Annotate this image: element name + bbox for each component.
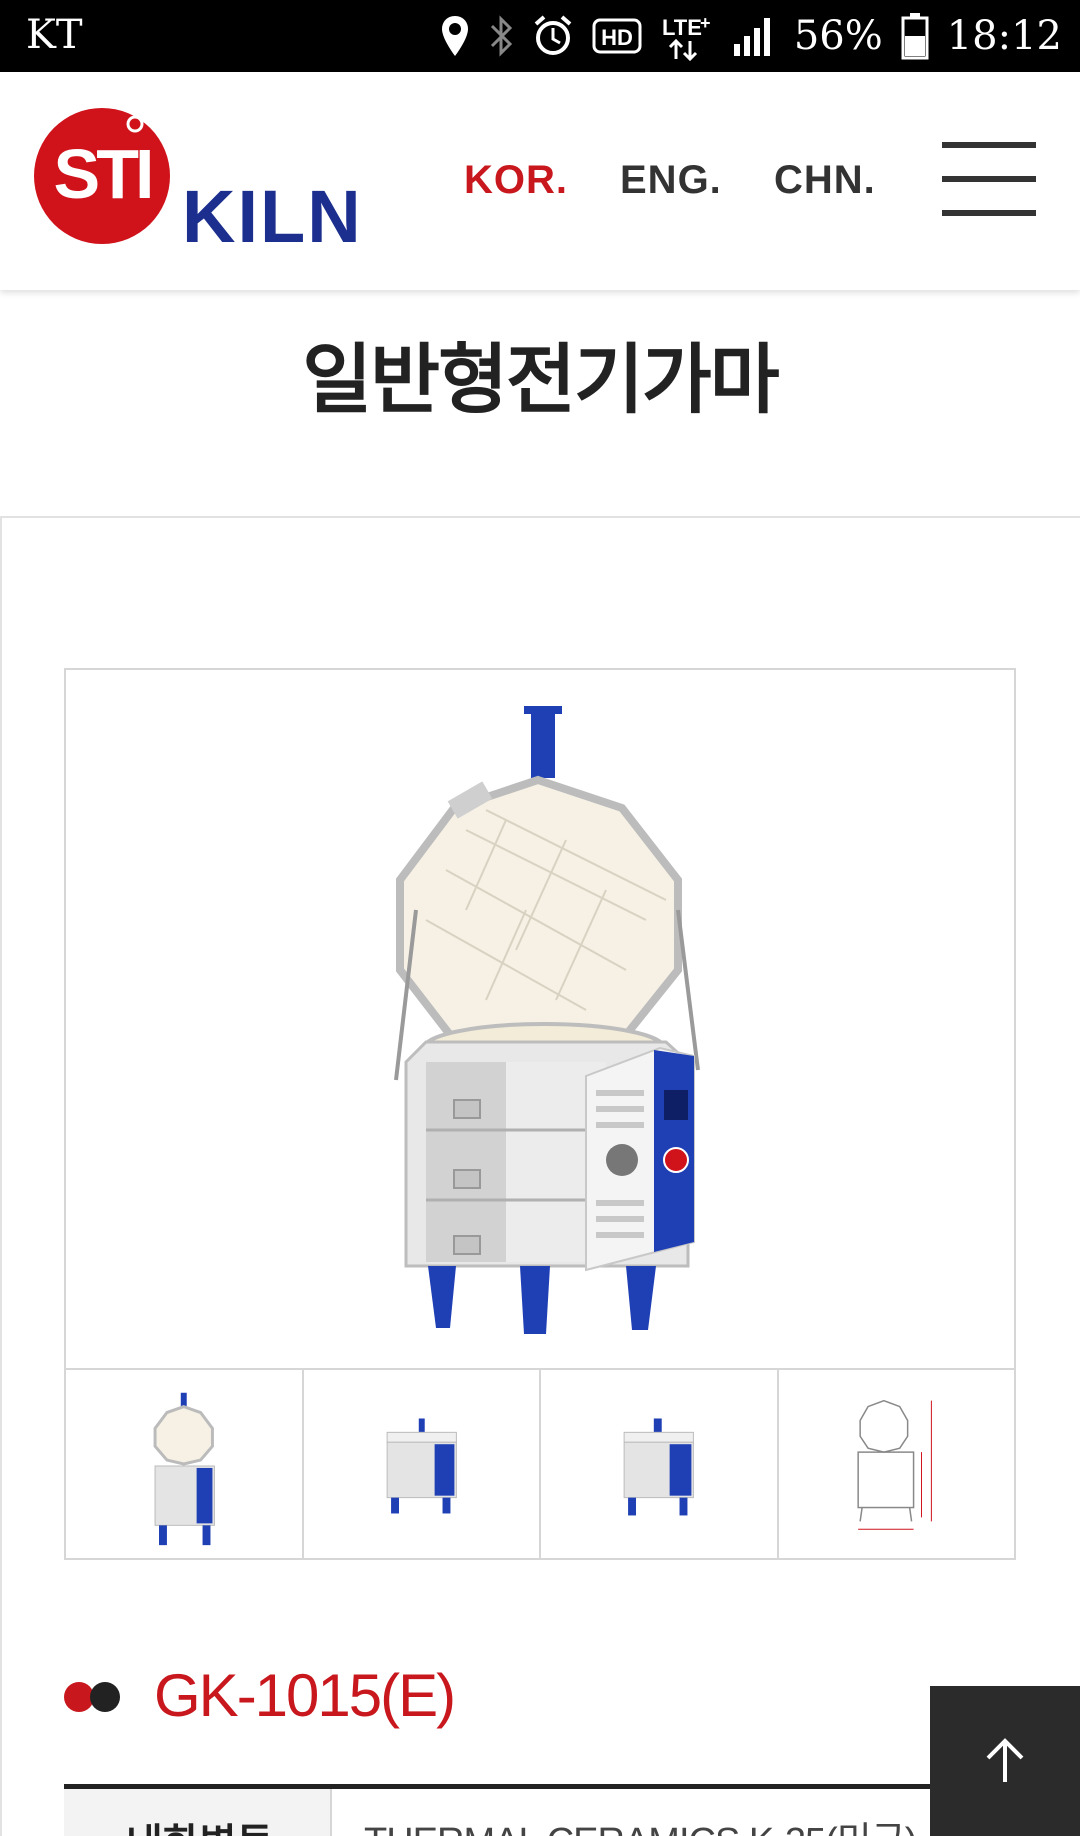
svg-text:KILN: KILN <box>182 175 363 246</box>
page-title: 일반형전기가마 <box>302 335 779 424</box>
product-model-row: GK-1015(E) <box>64 1660 456 1730</box>
kiln-open-lid-thumb[interactable] <box>64 1368 304 1560</box>
lang-chn-link[interactable]: CHN. <box>774 158 876 203</box>
battery-percent: 56% <box>793 13 883 59</box>
lang-kor-link[interactable]: KOR. <box>464 158 568 203</box>
hamburger-icon[interactable] <box>940 142 1036 222</box>
thumbnail-strip <box>64 1368 1016 1560</box>
clock: 18:12 <box>946 13 1062 59</box>
bullet-dots-icon <box>64 1675 122 1715</box>
sti-kiln-logo[interactable]: STI KILN <box>32 106 372 246</box>
svg-text:+: + <box>700 13 711 33</box>
alarm-icon <box>534 15 572 55</box>
carrier-name: KT <box>26 12 83 58</box>
hd-icon: HD <box>592 18 642 54</box>
scroll-to-top-button[interactable] <box>930 1686 1080 1836</box>
svg-text:STI: STI <box>54 135 151 213</box>
kiln-dimension-drawing-thumb[interactable] <box>776 1368 1016 1560</box>
lte-plus-icon: LTE+ <box>662 13 711 61</box>
arrow-up-icon <box>986 1738 1024 1782</box>
lang-eng-link[interactable]: ENG. <box>620 158 722 203</box>
location-icon <box>441 16 468 56</box>
site-header: STI KILN KOR. ENG. CHN. <box>0 72 1080 290</box>
status-icons: HD LTE + 56% 18:12 <box>440 8 1062 64</box>
spec-value: THERMAL CERAMICS K-25(미국) <box>364 1810 964 1836</box>
svg-text:LTE: LTE <box>662 15 702 40</box>
bluetooth-icon <box>490 15 512 57</box>
battery-icon <box>901 13 929 60</box>
product-model-name: GK-1015(E) <box>154 1661 456 1729</box>
spec-label: 내화벽돌 <box>126 1811 273 1836</box>
kiln-closed-thumb[interactable] <box>301 1368 541 1560</box>
svg-text:HD: HD <box>601 25 633 50</box>
kiln-open-lid-image[interactable] <box>64 668 1016 1370</box>
status-bar: KT HD LTE + 56% 18:12 <box>0 0 1080 72</box>
kiln-closed-angle-thumb[interactable] <box>539 1368 779 1560</box>
signal-icon <box>733 18 770 56</box>
spec-label-cell: 내화벽돌 <box>64 1789 332 1836</box>
